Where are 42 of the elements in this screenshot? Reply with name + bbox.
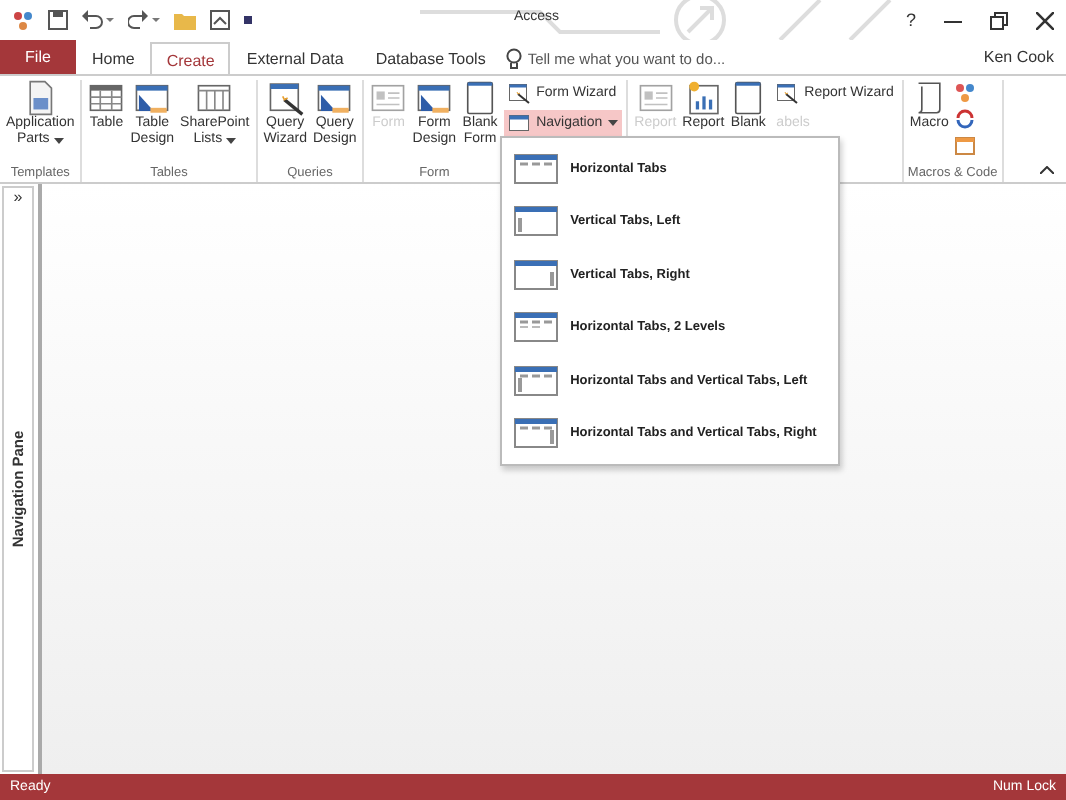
refresh-icon[interactable] bbox=[954, 108, 977, 130]
wizard-icon bbox=[267, 80, 304, 116]
collapse-ribbon-icon[interactable] bbox=[1040, 166, 1054, 174]
caret-icon bbox=[226, 137, 237, 143]
wizard-icon bbox=[508, 82, 531, 104]
layout-thumbnail-icon bbox=[514, 153, 559, 184]
design-grid-icon bbox=[316, 80, 353, 116]
wizard-icon bbox=[776, 82, 799, 104]
save-icon[interactable] bbox=[48, 10, 68, 30]
close-icon[interactable] bbox=[1036, 11, 1054, 29]
redo-icon[interactable] bbox=[128, 10, 160, 30]
design-grid-icon bbox=[416, 80, 453, 116]
undo-icon[interactable] bbox=[82, 10, 114, 30]
design-grid-icon bbox=[134, 80, 171, 116]
window-icon bbox=[508, 112, 531, 134]
form-icon bbox=[370, 80, 407, 116]
layout-thumbnail-icon bbox=[514, 259, 559, 290]
lightbulb-icon bbox=[505, 47, 522, 69]
ribbon-tab[interactable]: External Data bbox=[230, 42, 360, 74]
blank-page-icon bbox=[730, 80, 767, 116]
module-icon[interactable] bbox=[954, 82, 977, 104]
calendar-icon[interactable] bbox=[954, 134, 977, 156]
ribbon-tab[interactable]: Home bbox=[76, 42, 151, 74]
restore-icon[interactable] bbox=[990, 11, 1008, 29]
caret-icon bbox=[608, 120, 619, 126]
user-name[interactable]: Ken Cook bbox=[983, 48, 1054, 66]
ribbon-tab[interactable]: Database Tools bbox=[359, 42, 502, 74]
chart-report-icon bbox=[685, 80, 722, 116]
caret-icon bbox=[53, 137, 64, 143]
form-icon bbox=[637, 80, 674, 116]
blank-page-icon bbox=[462, 80, 499, 116]
layout-thumbnail-icon bbox=[514, 418, 559, 449]
layout-thumbnail-icon bbox=[514, 206, 559, 237]
help-button[interactable]: ? bbox=[905, 10, 916, 30]
expand-pane-button[interactable]: » bbox=[13, 188, 23, 208]
app-logo-icon[interactable] bbox=[12, 9, 34, 31]
file-tab[interactable]: File bbox=[0, 40, 76, 74]
ribbon-tab[interactable]: Create bbox=[150, 42, 231, 76]
list-icon bbox=[196, 80, 233, 116]
layout-thumbnail-icon bbox=[514, 312, 559, 343]
layout-thumbnail-icon bbox=[514, 365, 559, 396]
table-icon bbox=[88, 80, 125, 116]
